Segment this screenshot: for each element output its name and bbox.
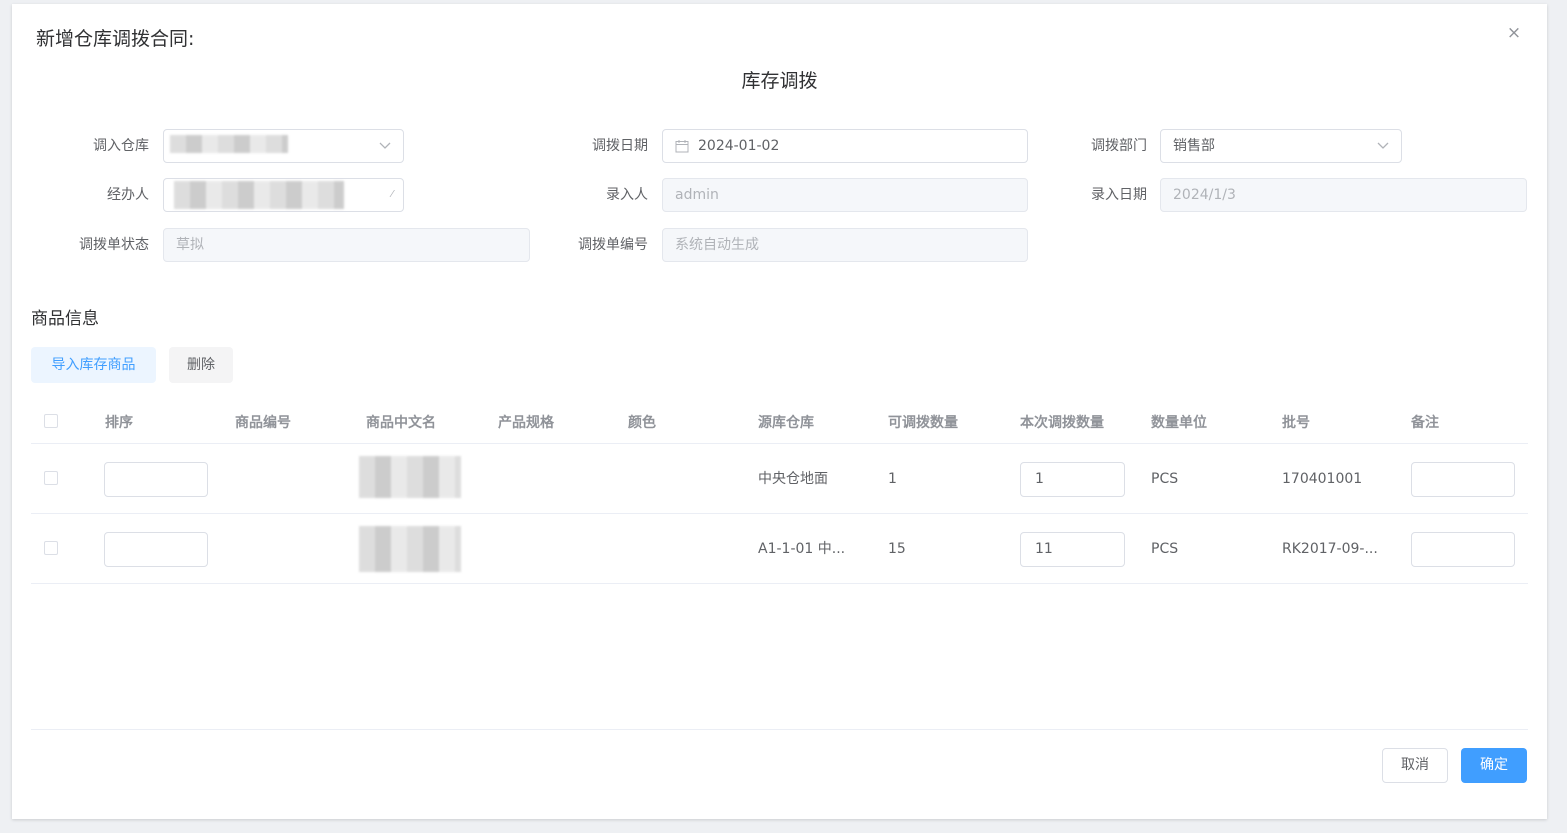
redacted-product-name: [359, 456, 461, 498]
status-field: 草拟: [163, 228, 530, 262]
redacted-product-name: [359, 526, 461, 572]
entry-date-label: 录入日期: [1091, 187, 1147, 203]
column-header: 本次调拨数量: [1020, 415, 1104, 431]
column-header: 排序: [105, 415, 133, 431]
column-header: 颜色: [628, 415, 656, 431]
redacted-value: [170, 135, 288, 153]
remark-input[interactable]: [1411, 532, 1515, 567]
transfer-date-label: 调拨日期: [592, 138, 648, 154]
resize-handle-icon: ⁄: [391, 189, 393, 200]
chevron-down-icon: [1377, 130, 1389, 174]
table-header: 排序 商品编号 商品中文名 产品规格 颜色 源库仓库 可调拨数量 本次调拨数量 …: [31, 403, 1528, 444]
import-stock-button[interactable]: 导入库存商品: [31, 347, 156, 383]
row-checkbox[interactable]: [44, 471, 58, 485]
batch-number: 170401001: [1282, 471, 1363, 487]
entered-by-label: 录入人: [606, 187, 648, 203]
in-warehouse-label: 调入仓库: [93, 138, 149, 154]
delete-button[interactable]: 删除: [169, 347, 233, 383]
available-qty: 15: [888, 541, 906, 557]
column-header: 备注: [1411, 415, 1439, 431]
close-icon[interactable]: ×: [1505, 24, 1523, 42]
source-warehouse: A1-1-01 中...: [758, 541, 846, 557]
order-no-field: 系统自动生成: [662, 228, 1028, 262]
column-header: 源库仓库: [758, 415, 814, 431]
row-checkbox[interactable]: [44, 541, 58, 555]
cancel-button[interactable]: 取消: [1382, 748, 1448, 783]
department-label: 调拨部门: [1091, 138, 1147, 154]
select-all-checkbox[interactable]: [44, 414, 58, 428]
sort-input[interactable]: [104, 532, 208, 567]
quantity-unit: PCS: [1151, 471, 1179, 487]
available-qty: 1: [888, 471, 897, 487]
table-row: 中央仓地面 1 1 PCS 170401001: [31, 444, 1528, 514]
chevron-down-icon: [379, 130, 391, 174]
transfer-qty-input[interactable]: 1: [1020, 462, 1125, 497]
table-row: A1-1-01 中... 15 11 PCS RK2017-09-...: [31, 514, 1528, 584]
transfer-date-picker[interactable]: 2024-01-02: [662, 129, 1028, 163]
transfer-qty-input[interactable]: 11: [1020, 532, 1125, 567]
column-header: 可调拨数量: [888, 415, 958, 431]
remark-input[interactable]: [1411, 462, 1515, 497]
source-warehouse: 中央仓地面: [758, 471, 828, 487]
column-header: 商品编号: [235, 415, 291, 431]
goods-section-title: 商品信息: [31, 309, 99, 329]
in-warehouse-select[interactable]: [163, 129, 404, 163]
entry-date-field: 2024/1/3: [1160, 178, 1527, 212]
department-value: 销售部: [1173, 138, 1215, 154]
order-no-label: 调拨单编号: [578, 237, 648, 253]
transfer-date-value: 2024-01-02: [698, 138, 780, 154]
transfer-dialog: 新增仓库调拨合同: × 库存调拨 调入仓库 调拨日期 2024-01-02 调拨…: [12, 4, 1547, 819]
handler-label: 经办人: [107, 187, 149, 203]
dialog-title: 新增仓库调拨合同:: [36, 28, 195, 50]
form-heading: 库存调拨: [741, 70, 818, 92]
quantity-unit: PCS: [1151, 541, 1179, 557]
column-header: 产品规格: [498, 415, 554, 431]
column-header: 商品中文名: [366, 415, 436, 431]
confirm-button[interactable]: 确定: [1461, 748, 1527, 783]
entered-by-field: admin: [662, 178, 1028, 212]
sort-input[interactable]: [104, 462, 208, 497]
redacted-value: [174, 181, 344, 209]
department-select[interactable]: 销售部: [1160, 129, 1402, 163]
column-header: 数量单位: [1151, 415, 1207, 431]
calendar-icon: [675, 140, 689, 153]
column-header: 批号: [1282, 415, 1310, 431]
handler-input[interactable]: ⁄: [163, 178, 404, 212]
status-label: 调拨单状态: [79, 237, 149, 253]
footer-divider: [31, 729, 1528, 730]
batch-number: RK2017-09-...: [1282, 541, 1378, 557]
